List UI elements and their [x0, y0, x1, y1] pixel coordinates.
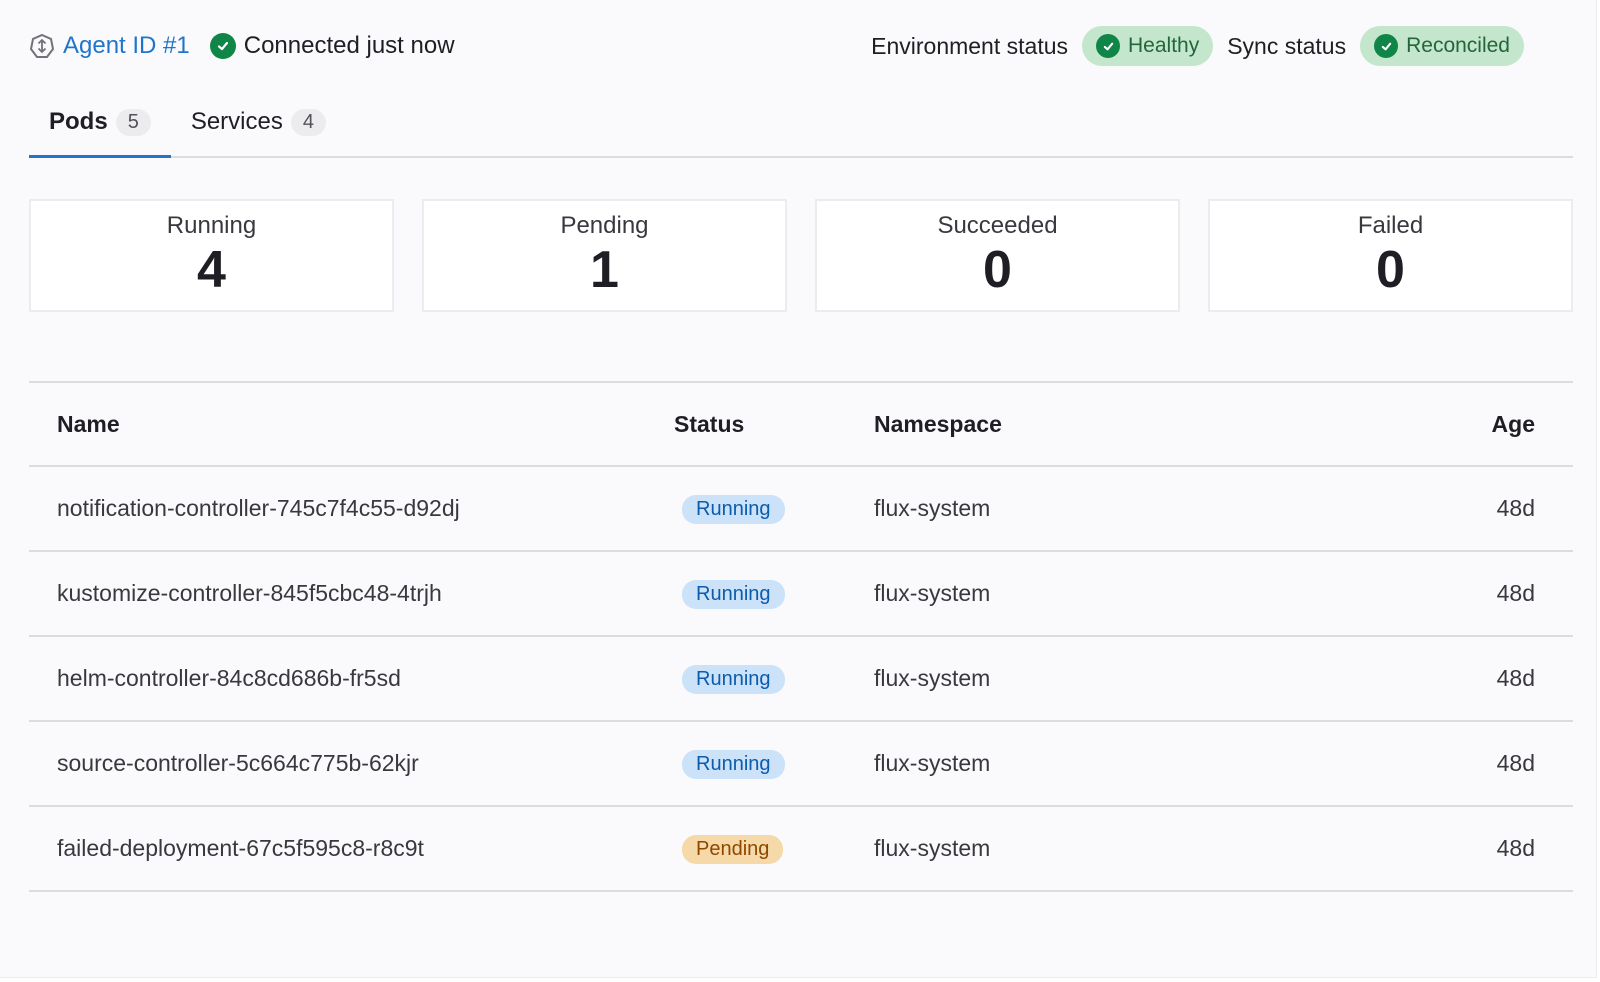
pod-namespace: flux-system [874, 551, 1373, 637]
pod-summary-cards: Running 4 Pending 1 Succeeded 0 Failed 0 [29, 199, 1573, 312]
status-badge: Running [682, 579, 785, 609]
pods-table: Name Status Namespace Age notification-c… [29, 381, 1573, 892]
agent-id-link[interactable]: Agent ID #1 [63, 32, 190, 60]
pod-age: 48d [1373, 806, 1573, 892]
check-circle-icon [1096, 34, 1120, 58]
tab-label: Services [190, 108, 283, 135]
resource-tabs: Pods 5 Services 4 [29, 88, 1573, 158]
table-row[interactable]: kustomize-controller-845f5cbc48-4trjh Ru… [29, 551, 1573, 637]
agent-status-bar: Agent ID #1 Connected just now Environme… [29, 26, 1524, 66]
summary-card-pending: Pending 1 [422, 199, 787, 312]
summary-card-failed: Failed 0 [1208, 199, 1573, 312]
pod-namespace: flux-system [874, 636, 1373, 722]
pod-age: 48d [1373, 466, 1573, 552]
table-row[interactable]: source-controller-5c664c775b-62kjr Runni… [29, 721, 1573, 807]
summary-card-value: 4 [197, 241, 226, 299]
pod-name: failed-deployment-67c5f595c8-r8c9t [29, 806, 674, 892]
summary-card-running: Running 4 [29, 199, 394, 312]
summary-card-value: 1 [590, 241, 619, 299]
pod-age: 48d [1373, 721, 1573, 807]
environment-status-badge: Healthy [1082, 26, 1214, 66]
tab-label: Pods [49, 108, 108, 135]
table-row[interactable]: helm-controller-84c8cd686b-fr5sd Running… [29, 636, 1573, 722]
kubernetes-overview-panel: Agent ID #1 Connected just now Environme… [0, 0, 1597, 978]
status-badge: Running [682, 664, 785, 694]
check-circle-icon [209, 33, 236, 59]
tab-count-badge: 5 [115, 108, 151, 136]
summary-card-succeeded: Succeeded 0 [815, 199, 1180, 312]
pod-namespace: flux-system [874, 721, 1373, 807]
environment-status-label: Environment status [871, 32, 1068, 59]
pod-name: source-controller-5c664c775b-62kjr [29, 721, 674, 807]
table-header-row: Name Status Namespace Age [29, 382, 1573, 467]
pod-name: notification-controller-745c7f4c55-d92dj [29, 466, 674, 552]
pod-age: 48d [1373, 636, 1573, 722]
table-row[interactable]: notification-controller-745c7f4c55-d92dj… [29, 466, 1573, 552]
status-badge: Running [682, 494, 785, 524]
pod-namespace: flux-system [874, 466, 1373, 552]
summary-card-label: Pending [560, 212, 649, 239]
kubernetes-agent-icon [29, 33, 55, 59]
agent-info: Agent ID #1 [29, 32, 190, 60]
sync-status-label: Sync status [1227, 32, 1347, 59]
summary-card-label: Succeeded [937, 212, 1058, 239]
sync-status-badge: Reconciled [1360, 26, 1524, 66]
summary-card-label: Failed [1357, 212, 1424, 239]
status-badge: Pending [682, 834, 784, 864]
pod-name: kustomize-controller-845f5cbc48-4trjh [29, 551, 674, 637]
column-header-name[interactable]: Name [29, 382, 674, 467]
tab-count-badge: 4 [290, 108, 326, 136]
summary-card-value: 0 [1376, 241, 1405, 299]
summary-card-label: Running [166, 212, 257, 239]
tab-pods[interactable]: Pods 5 [29, 88, 171, 158]
sync-status-value: Reconciled [1406, 34, 1510, 57]
column-header-status[interactable]: Status [674, 382, 874, 467]
environment-status-value: Healthy [1128, 34, 1200, 57]
tab-services[interactable]: Services 4 [171, 88, 346, 156]
summary-card-value: 0 [983, 241, 1012, 299]
connection-status: Connected just now [209, 32, 455, 60]
status-badge: Running [682, 749, 785, 779]
pod-namespace: flux-system [874, 806, 1373, 892]
table-row[interactable]: failed-deployment-67c5f595c8-r8c9t Pendi… [29, 806, 1573, 892]
status-group: Environment status Healthy Sync status R… [871, 26, 1524, 66]
pod-name: helm-controller-84c8cd686b-fr5sd [29, 636, 674, 722]
check-circle-icon [1374, 34, 1399, 58]
column-header-age[interactable]: Age [1373, 382, 1573, 467]
column-header-namespace[interactable]: Namespace [874, 382, 1373, 467]
pod-age: 48d [1373, 551, 1573, 637]
connection-status-text: Connected just now [243, 32, 455, 59]
